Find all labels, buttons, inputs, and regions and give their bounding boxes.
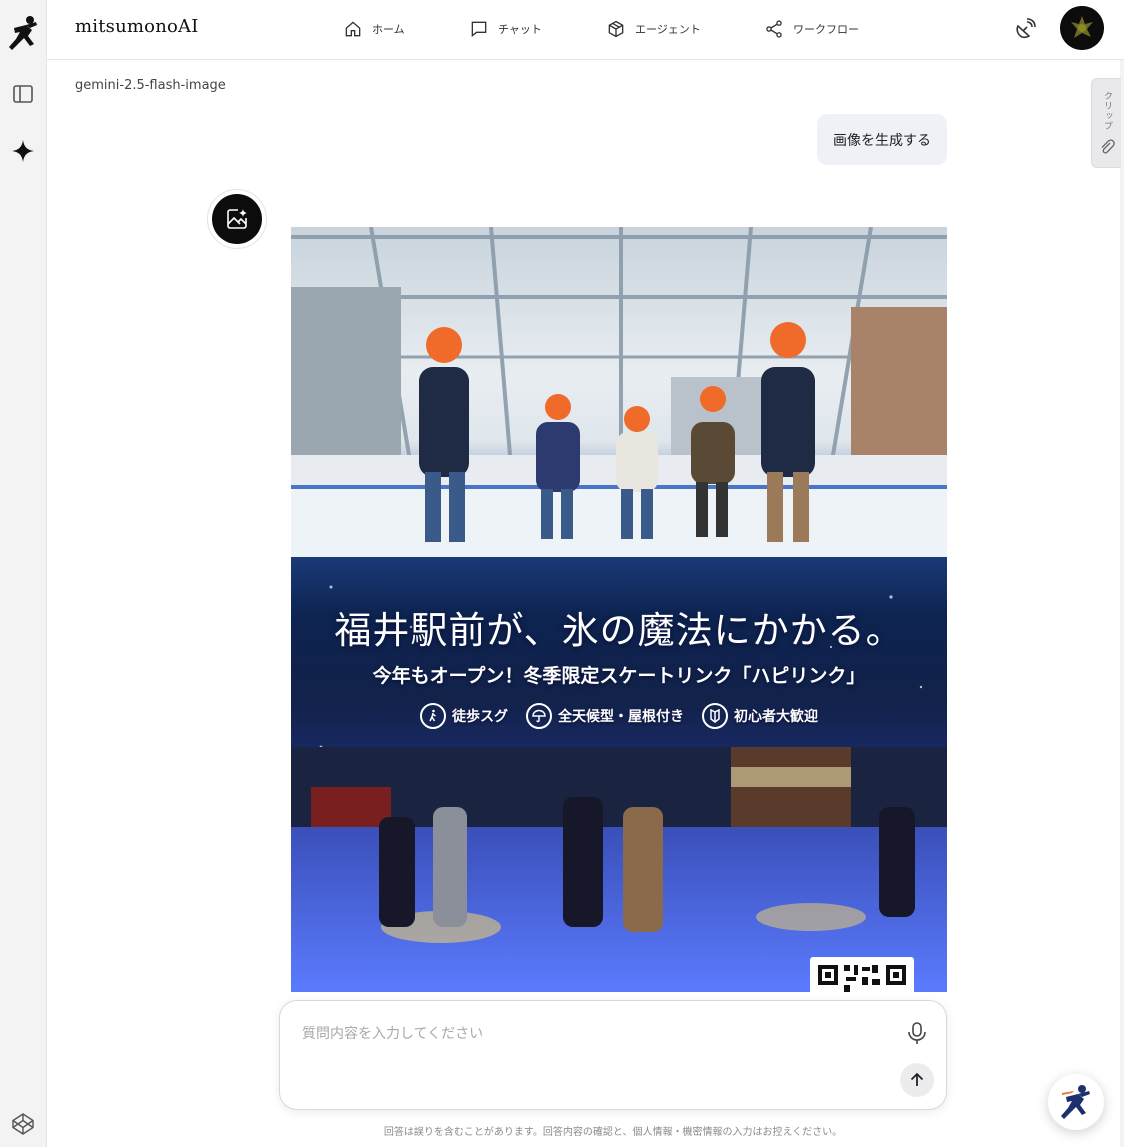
sidebar-panel-icon[interactable]: [11, 82, 35, 106]
walking-icon: [420, 703, 446, 729]
assistant-fab-button[interactable]: [1048, 1074, 1104, 1130]
chat-icon: [471, 21, 487, 38]
cube-icon: [608, 20, 624, 38]
left-rail: [0, 0, 47, 1147]
brand-name[interactable]: mitsumonoAI: [75, 16, 199, 37]
poster-feature-label: 徒歩スグ: [452, 709, 508, 725]
poster-feature-label: 初心者大歓迎: [734, 709, 818, 725]
paperclip-icon: [1101, 139, 1115, 154]
poster-feature-label: 全天候型・屋根付き: [558, 709, 684, 725]
model-name-label: gemini-2.5-flash-image: [75, 78, 226, 93]
app-window: mitsumonoAI ホーム チャット エージェント ワークフロー クリップ …: [0, 0, 1124, 1147]
nav-item-chat[interactable]: チャット: [469, 17, 542, 41]
nav-label: ワークフロー: [793, 23, 859, 36]
right-scroll-edge: [1120, 60, 1124, 1147]
nav-label: ホーム: [372, 23, 405, 36]
satellite-dish-icon[interactable]: [1013, 17, 1037, 41]
runner-mascot-icon: [1061, 1085, 1090, 1119]
avatar-image: [1060, 6, 1104, 50]
message-input[interactable]: [302, 1023, 862, 1083]
poster-feature-roof: 全天候型・屋根付き: [526, 703, 684, 729]
nav-label: エージェント: [635, 23, 701, 36]
nav-item-workflow[interactable]: ワークフロー: [764, 17, 859, 41]
disclaimer-text: 回答は誤りを含むことがあります。回答内容の確認と、個人情報・機密情報の入力はお控…: [383, 1127, 843, 1138]
clip-tab[interactable]: クリップ: [1091, 78, 1121, 168]
poster-qr-code: [810, 957, 914, 992]
image-sparkle-icon: [227, 209, 247, 229]
arrow-up-icon: [910, 1072, 924, 1086]
qr-pattern: [818, 965, 906, 992]
clip-tab-label: クリップ: [1102, 91, 1112, 131]
umbrella-icon: [526, 703, 552, 729]
poster-feature-beginner: 初心者大歓迎: [702, 703, 818, 729]
share-nodes-icon: [766, 20, 782, 38]
user-message-text: 画像を生成する: [833, 132, 931, 149]
chat-composer: [279, 1000, 947, 1110]
generated-image[interactable]: 福井駅前が、氷の魔法にかかる。 今年もオープン！冬季限定スケートリンク「ハピリン…: [291, 227, 947, 992]
top-header: mitsumonoAI ホーム チャット エージェント ワークフロー: [47, 0, 1124, 60]
send-button[interactable]: [900, 1063, 934, 1097]
nav-item-home[interactable]: ホーム: [343, 17, 405, 41]
nav-label: チャット: [498, 23, 542, 36]
poster-features: 徒歩スグ 全天候型・屋根付き 初心者大歓迎: [291, 703, 947, 729]
assistant-avatar: [207, 189, 267, 249]
user-message-bubble: 画像を生成する: [817, 114, 947, 165]
poster-subheadline: 今年もオープン！冬季限定スケートリンク「ハピリンク」: [372, 665, 866, 687]
assistant-avatar-bg: [212, 194, 262, 244]
microphone-icon[interactable]: [906, 1021, 928, 1045]
beginner-mark-icon: [702, 703, 728, 729]
poster-feature-walk: 徒歩スグ: [420, 703, 508, 729]
user-avatar[interactable]: [1060, 6, 1104, 50]
runner-logo-icon[interactable]: [6, 14, 40, 52]
home-icon: [345, 21, 361, 37]
poster-headline: 福井駅前が、氷の魔法にかかる。: [334, 609, 904, 652]
nav-item-agent[interactable]: エージェント: [606, 17, 701, 41]
sparkle-icon[interactable]: [10, 138, 36, 164]
codepen-icon[interactable]: [11, 1112, 35, 1136]
